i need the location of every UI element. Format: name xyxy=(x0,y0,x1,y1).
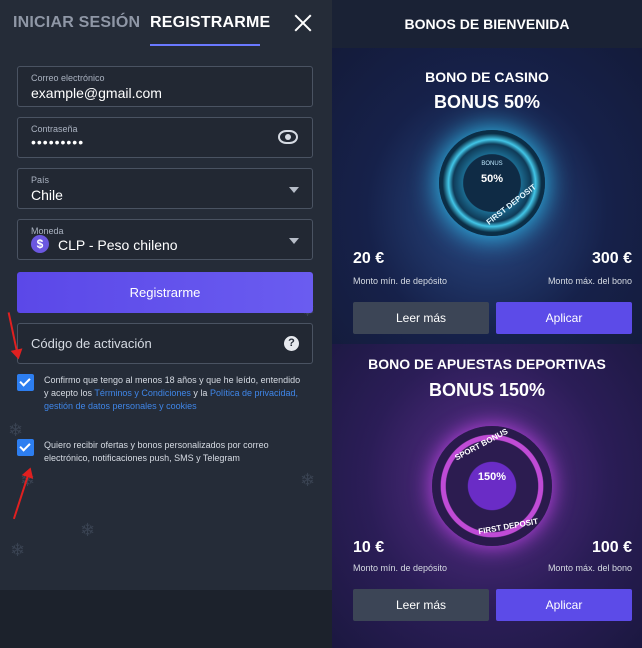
welcome-bonuses-panel: BONOS DE BIENVENIDA BONO DE CASINO BONUS… xyxy=(332,0,642,648)
sports-max-amount: 100 € xyxy=(591,539,632,556)
casino-bonus-value: BONUS 50% xyxy=(433,92,541,112)
casino-read-more-button[interactable]: Leer más xyxy=(353,302,489,334)
activation-placeholder: Código de activación xyxy=(31,336,152,351)
terms-checkbox[interactable] xyxy=(17,374,34,391)
snowflake-decoration: ❄ xyxy=(300,470,316,490)
footer-bar xyxy=(0,590,332,648)
help-icon[interactable]: ? xyxy=(284,336,299,351)
password-label: Contraseña xyxy=(31,124,78,134)
sports-min-label: Monto mín. de depósito xyxy=(353,563,448,573)
snowflake-decoration: ❄ xyxy=(8,420,24,440)
terms-consent-text: Confirmo que tengo al menos 18 años y qu… xyxy=(44,374,304,413)
terms-link[interactable]: Términos y Condiciones xyxy=(94,388,191,398)
email-field[interactable]: Correo electrónico example@gmail.com xyxy=(17,66,313,107)
country-value: Chile xyxy=(31,187,63,203)
marketing-consent-text: Quiero recibir ofertas y bonos personali… xyxy=(44,440,269,463)
currency-value: CLP - Peso chileno xyxy=(58,237,178,253)
currency-select[interactable]: Moneda $ CLP - Peso chileno xyxy=(17,219,313,260)
sports-bonus-value: BONUS 150% xyxy=(428,380,546,400)
dollar-coin-icon: $ xyxy=(31,235,49,253)
close-icon[interactable] xyxy=(292,12,314,34)
casino-bonus-title: BONO DE CASINO xyxy=(425,69,549,85)
password-field[interactable]: Contraseña ••••••••• xyxy=(17,117,313,158)
active-tab-indicator xyxy=(150,44,260,46)
tab-login[interactable]: INICIAR SESIÓN xyxy=(13,14,140,32)
sports-min-amount: 10 € xyxy=(353,539,385,556)
marketing-checkbox[interactable] xyxy=(17,439,34,456)
bonuses-header: BONOS DE BIENVENIDA xyxy=(332,0,642,48)
casino-max-amount: 300 € xyxy=(591,250,632,267)
chevron-down-icon[interactable] xyxy=(289,187,299,193)
eye-icon[interactable] xyxy=(278,130,298,144)
tab-register[interactable]: REGISTRARME xyxy=(150,14,270,32)
badge-percent: 150% xyxy=(477,471,507,483)
chevron-down-icon[interactable] xyxy=(289,238,299,244)
register-button[interactable]: Registrarme xyxy=(17,272,313,313)
password-value[interactable]: ••••••••• xyxy=(31,134,84,150)
sports-apply-button[interactable]: Aplicar xyxy=(496,589,632,621)
activation-code-input[interactable]: Código de activación ? xyxy=(17,323,313,364)
email-label: Correo electrónico xyxy=(31,73,105,83)
snowflake-decoration: ❄ xyxy=(10,540,26,560)
auth-tabs: INICIAR SESIÓN REGISTRARME xyxy=(0,0,332,48)
casino-min-label: Monto mín. de depósito xyxy=(353,276,448,286)
snowflake-decoration: ❄ xyxy=(80,520,96,540)
sports-read-more-button[interactable]: Leer más xyxy=(353,589,489,621)
casino-apply-button[interactable]: Aplicar xyxy=(496,302,632,334)
sports-max-label: Monto máx. del bono xyxy=(547,563,632,573)
casino-min-amount: 20 € xyxy=(353,250,385,267)
casino-max-label: Monto máx. del bono xyxy=(547,276,632,286)
sports-bonus-title: BONO DE APUESTAS DEPORTIVAS xyxy=(368,356,606,372)
registration-panel: ❄ ❄ ❄ ❄ ❄ ❄ INICIAR SESIÓN REGISTRARME C… xyxy=(0,0,332,648)
country-select[interactable]: País Chile xyxy=(17,168,313,209)
sports-bonus-badge: SPORT BONUS 150% FIRST DEPOSIT xyxy=(432,426,552,546)
country-label: País xyxy=(31,175,50,185)
email-value[interactable]: example@gmail.com xyxy=(31,85,162,101)
badge-small-label: BONUS xyxy=(481,161,503,167)
terms-text-middle: y la xyxy=(190,388,210,398)
casino-bonus-badge: BONUS 50% FIRST DEPOSIT xyxy=(439,130,545,236)
currency-label: Moneda xyxy=(31,226,64,236)
badge-arc-text: FIRST DEPOSIT xyxy=(484,182,538,227)
